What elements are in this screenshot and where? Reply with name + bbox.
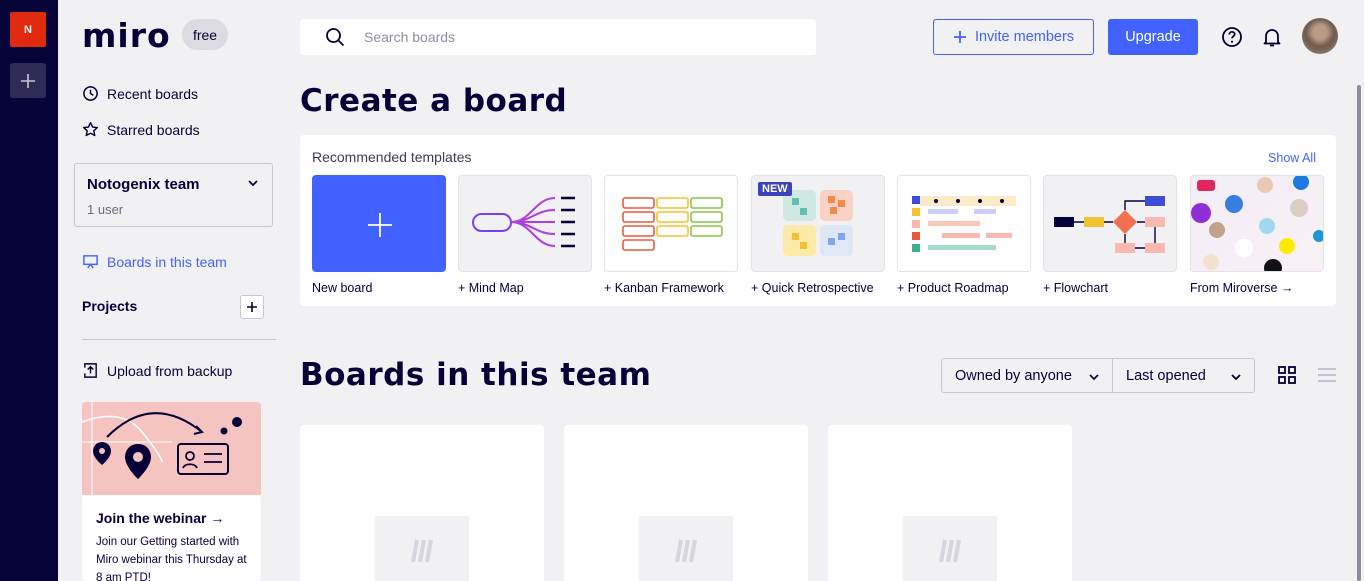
team-tile[interactable]: N	[10, 12, 46, 47]
plus-icon	[953, 31, 966, 43]
boards-section-title: Boards in this team	[300, 357, 652, 393]
recommended-templates-label: Recommended templates	[312, 149, 472, 165]
invite-members-label: Invite members	[974, 29, 1075, 45]
invite-members-button[interactable]: Invite members	[933, 19, 1094, 55]
sort-value: Last opened	[1126, 367, 1206, 384]
star-icon	[82, 121, 99, 137]
template-label: New board	[312, 281, 373, 295]
plus-icon	[21, 73, 35, 88]
chevron-down-icon	[1231, 374, 1241, 381]
plus-icon	[368, 213, 392, 237]
chevron-down-icon	[248, 180, 258, 187]
upload-icon	[84, 363, 97, 378]
miroverse-thumbnail	[1190, 175, 1324, 272]
recent-boards-label: Recent boards	[107, 85, 199, 102]
retrospective-thumbnail: NEW	[751, 175, 885, 272]
template-new-board[interactable]: New board	[312, 175, 446, 295]
team-name: Notogenix team	[87, 176, 200, 193]
webinar-text: Join our Getting started with Miro webin…	[96, 536, 247, 581]
plan-badge: free	[182, 19, 228, 50]
list-view-icon[interactable]	[1318, 367, 1336, 383]
mind-map-thumbnail	[458, 175, 592, 272]
template-product-roadmap[interactable]: + Product Roadmap	[897, 175, 1031, 295]
template-quick-retrospective[interactable]: NEW + Quick Retrospective	[751, 175, 885, 295]
owner-filter-dropdown[interactable]: Owned by anyone	[941, 358, 1113, 393]
webinar-card[interactable]: Join the webinar → Join our Getting star…	[82, 402, 261, 581]
board-card[interactable]	[300, 425, 544, 581]
templates-panel: Recommended templates Show All New board…	[300, 135, 1336, 306]
board-icon	[83, 255, 98, 269]
projects-heading: Projects	[82, 298, 138, 314]
miro-logo-icon	[675, 539, 697, 563]
sort-dropdown[interactable]: Last opened	[1112, 358, 1255, 393]
roadmap-thumbnail	[897, 175, 1031, 272]
team-rail: N	[0, 0, 58, 581]
plus-icon	[247, 302, 257, 312]
new-board-thumbnail	[312, 175, 446, 272]
board-card[interactable]	[828, 425, 1072, 581]
add-team-button[interactable]	[10, 63, 46, 98]
team-user-count: 1 user	[87, 202, 124, 217]
template-label: + Flowchart	[1043, 281, 1108, 295]
sidebar: miro free Recent boards Starred boards N…	[58, 0, 298, 581]
miro-logo[interactable]: miro	[82, 18, 171, 54]
template-label: + Kanban Framework	[604, 281, 724, 295]
kanban-thumbnail	[604, 175, 738, 272]
boards-in-team-link[interactable]: Boards in this team	[82, 253, 227, 270]
help-icon[interactable]	[1221, 26, 1243, 48]
miro-logo-icon	[939, 539, 961, 563]
upgrade-button[interactable]: Upgrade	[1108, 19, 1198, 55]
template-label: + Quick Retrospective	[751, 281, 874, 295]
search-input[interactable]	[364, 27, 784, 47]
show-all-link[interactable]: Show All	[1268, 151, 1316, 165]
template-flowchart[interactable]: + Flowchart	[1043, 175, 1177, 295]
starred-boards-link[interactable]: Starred boards	[82, 121, 200, 138]
upload-backup-link[interactable]: Upload from backup	[82, 362, 232, 379]
webinar-title: Join the webinar →	[96, 510, 225, 526]
clock-icon	[83, 86, 98, 101]
team-initial: N	[24, 23, 32, 36]
flowchart-thumbnail	[1043, 175, 1177, 272]
boards-in-team-label: Boards in this team	[107, 253, 227, 270]
template-miroverse[interactable]: From Miroverse →	[1190, 175, 1324, 295]
grid-view-icon[interactable]	[1278, 366, 1296, 384]
board-card[interactable]	[564, 425, 808, 581]
new-badge: NEW	[758, 182, 792, 196]
chevron-down-icon	[1089, 374, 1099, 381]
template-label: From Miroverse →	[1190, 281, 1294, 295]
sidebar-divider	[82, 339, 276, 340]
webinar-illustration	[82, 402, 261, 495]
board-placeholder	[903, 516, 997, 581]
bell-icon[interactable]	[1261, 26, 1283, 48]
miro-logo-icon	[411, 539, 433, 563]
team-switcher[interactable]: Notogenix team 1 user	[74, 163, 273, 227]
avatar[interactable]	[1302, 18, 1338, 54]
template-label: + Product Roadmap	[897, 281, 1009, 295]
template-label: + Mind Map	[458, 281, 524, 295]
recent-boards-link[interactable]: Recent boards	[82, 85, 198, 102]
search-icon	[326, 28, 345, 47]
create-board-title: Create a board	[300, 83, 568, 119]
starred-boards-label: Starred boards	[107, 121, 200, 138]
template-kanban[interactable]: + Kanban Framework	[604, 175, 738, 295]
search-box[interactable]	[300, 19, 816, 55]
scrollbar-thumb[interactable]	[1357, 85, 1361, 581]
template-mind-map[interactable]: + Mind Map	[458, 175, 592, 295]
add-project-button[interactable]	[240, 295, 264, 319]
owner-filter-value: Owned by anyone	[955, 367, 1072, 384]
board-placeholder	[375, 516, 469, 581]
upload-backup-label: Upload from backup	[107, 362, 233, 379]
board-placeholder	[639, 516, 733, 581]
